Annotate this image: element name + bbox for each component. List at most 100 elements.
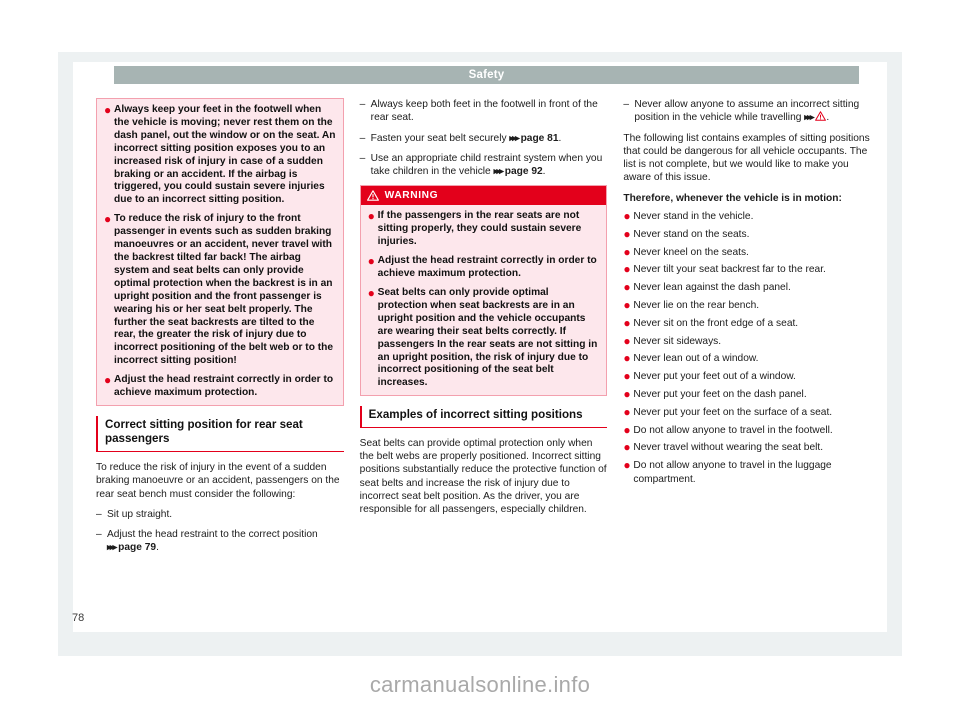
red-bullet-icon: ● bbox=[623, 404, 631, 419]
list-item-text-tail: . bbox=[156, 542, 159, 554]
list-item: ● Never put your feet on the surface of a… bbox=[623, 404, 871, 419]
red-bullet-icon: ● bbox=[104, 103, 112, 117]
list-item-text-tail: . bbox=[558, 132, 562, 144]
page-number: 78 bbox=[72, 612, 85, 624]
chevrons-right-icon: ▸▸▸ bbox=[107, 542, 117, 554]
column-1: ● Always keep your feet in the footwell … bbox=[96, 98, 344, 618]
warning-panel-front-seats: ● Always keep your feet in the footwell … bbox=[96, 98, 344, 406]
cross-reference-label: page 92 bbox=[504, 166, 543, 178]
cross-reference-link[interactable]: ▸▸▸ bbox=[804, 111, 827, 124]
list-item-text: Never kneel on the seats. bbox=[633, 246, 749, 258]
list-item: – Never allow anyone to assume an incorr… bbox=[623, 98, 871, 125]
list-item-text: Use an appropriate child restraint syste… bbox=[370, 152, 603, 178]
watermark-text: carmanualsonline.info bbox=[369, 672, 591, 697]
chevrons-right-icon: ▸▸▸ bbox=[804, 112, 814, 124]
list-item-text: Never stand on the seats. bbox=[633, 228, 750, 240]
dash-marker: – bbox=[623, 99, 630, 110]
list-item-text: Never lean out of a window. bbox=[633, 353, 759, 365]
dash-marker: – bbox=[359, 132, 366, 144]
column-2: – Always keep both feet in the footwell … bbox=[359, 98, 608, 618]
red-bullet-icon: ● bbox=[623, 226, 631, 241]
list-item-text-tail: . bbox=[826, 112, 830, 124]
warning-header-bar: WARNING bbox=[360, 186, 607, 206]
list-item: – Sit up straight. bbox=[96, 508, 344, 521]
section-title: Correct sitting position for rear seat p… bbox=[105, 417, 303, 446]
red-bullet-icon: ● bbox=[367, 209, 375, 224]
list-item-text: Never sit sideways. bbox=[633, 335, 722, 347]
list-item-text: Never lie on the rear bench. bbox=[633, 300, 760, 312]
warning-triangle-icon bbox=[366, 190, 379, 202]
dash-marker: – bbox=[359, 99, 366, 110]
section-heading-correct-sitting-rear: Correct sitting position for rear seat p… bbox=[96, 415, 344, 452]
list-lead-in: Therefore, whenever the vehicle is in mo… bbox=[623, 192, 842, 204]
red-bullet-icon: ● bbox=[104, 373, 112, 388]
cross-reference-label: page 79 bbox=[118, 542, 157, 554]
red-bullet-icon: ● bbox=[623, 351, 631, 366]
list-item: ● Do not allow anyone to travel in the fo… bbox=[623, 422, 871, 437]
red-bullet-icon: ● bbox=[623, 369, 631, 384]
list-item-text: Never sit on the front edge of a seat. bbox=[633, 317, 799, 329]
list-item-text: Never put your feet on the surface of a … bbox=[633, 406, 833, 418]
warning-bullet: ● To reduce the risk of injury to the fr… bbox=[104, 212, 334, 367]
list-item: ● Never tilt your seat backrest far to th… bbox=[623, 262, 871, 277]
list-item-text: Always keep both feet in the footwell in… bbox=[370, 99, 598, 124]
list-item: – Adjust the head restraint to the corre… bbox=[96, 528, 344, 555]
warning-triangle-icon bbox=[815, 111, 827, 122]
warning-bullet: ● Adjust the head restraint correctly in… bbox=[104, 373, 334, 399]
red-bullet-icon: ● bbox=[623, 298, 631, 313]
chevrons-right-icon: ▸▸▸ bbox=[493, 166, 504, 178]
list-item: ● Never put your feet on the dash panel. bbox=[623, 387, 871, 402]
list-item-text: Fasten your seat belt securely bbox=[370, 132, 510, 144]
list-item: ● Never lie on the rear bench. bbox=[623, 298, 871, 313]
list-item-text: Adjust the head restraint to the correct… bbox=[107, 529, 318, 541]
red-bullet-icon: ● bbox=[623, 280, 631, 295]
list-item: – Use an appropriate child restraint sys… bbox=[360, 152, 608, 179]
red-bullet-icon: ● bbox=[623, 262, 631, 277]
list-item-text: Never travel without wearing the seat be… bbox=[633, 442, 824, 454]
warning-bullet: ● Seat belts can only provide optimal pr… bbox=[367, 286, 598, 389]
list-item: ● Never sit on the front edge of a seat. bbox=[623, 315, 871, 330]
section-intro-paragraph: Seat belts can provide optimal protectio… bbox=[359, 437, 607, 516]
red-bullet-icon: ● bbox=[367, 254, 375, 269]
warning-block-rear-seats: WARNING ● If the passengers in the rear … bbox=[359, 185, 608, 397]
section-intro-paragraph: To reduce the risk of injury in the even… bbox=[96, 461, 340, 500]
section-title: Examples of incorrect sitting positions bbox=[368, 408, 583, 422]
warning-title: WARNING bbox=[384, 190, 439, 202]
cross-reference-link[interactable]: ▸▸▸ page 79 bbox=[107, 542, 156, 553]
list-item: ● Never lean out of a window. bbox=[623, 351, 871, 366]
cross-reference-link[interactable]: ▸▸▸ page 81 bbox=[509, 133, 558, 144]
list-item-text: Never stand in the vehicle. bbox=[633, 211, 754, 223]
red-bullet-icon: ● bbox=[104, 212, 112, 227]
list-item: ● Never sit sideways. bbox=[623, 333, 871, 348]
red-bullet-icon: ● bbox=[623, 458, 631, 473]
list-item: ● Never kneel on the seats. bbox=[623, 244, 871, 259]
red-bullet-icon: ● bbox=[623, 387, 631, 402]
cross-reference-label: page 81 bbox=[520, 132, 559, 144]
red-bullet-icon: ● bbox=[623, 422, 631, 437]
list-item-text-tail: . bbox=[542, 166, 546, 178]
page-columns: ● Always keep your feet in the footwell … bbox=[96, 98, 871, 618]
warning-bullet: ● If the passengers in the rear seats ar… bbox=[367, 209, 582, 248]
list-item: ● Never put your feet out of a window. bbox=[623, 369, 871, 384]
list-item: ● Never stand in the vehicle. bbox=[623, 209, 871, 224]
chevrons-right-icon: ▸▸▸ bbox=[509, 132, 519, 144]
section-heading-incorrect-positions: Examples of incorrect sitting positions bbox=[359, 406, 608, 428]
cross-reference-link[interactable]: ▸▸▸ page 92 bbox=[494, 166, 543, 177]
red-bullet-icon: ● bbox=[623, 440, 631, 455]
list-item-text: Never put your feet out of a window. bbox=[633, 371, 796, 383]
list-item-text: Do not allow anyone to travel in the lug… bbox=[633, 460, 832, 485]
dash-marker: – bbox=[96, 529, 102, 541]
red-bullet-icon: ● bbox=[367, 286, 375, 301]
red-bullet-icon: ● bbox=[623, 333, 631, 348]
red-bullet-icon: ● bbox=[623, 209, 631, 224]
running-head-safety: Safety bbox=[114, 66, 859, 84]
column-3: – Never allow anyone to assume an incorr… bbox=[623, 98, 871, 618]
list-item-text: Sit up straight. bbox=[107, 508, 173, 520]
dash-marker: – bbox=[359, 152, 366, 164]
warning-bullet: ● Always keep your feet in the footwell … bbox=[104, 103, 336, 206]
list-item: ● Never lean against the dash panel. bbox=[623, 280, 871, 295]
red-bullet-icon: ● bbox=[623, 244, 631, 259]
red-bullet-icon: ● bbox=[623, 315, 631, 330]
dash-marker: – bbox=[96, 508, 102, 520]
warning-body: ● If the passengers in the rear seats ar… bbox=[361, 205, 607, 395]
